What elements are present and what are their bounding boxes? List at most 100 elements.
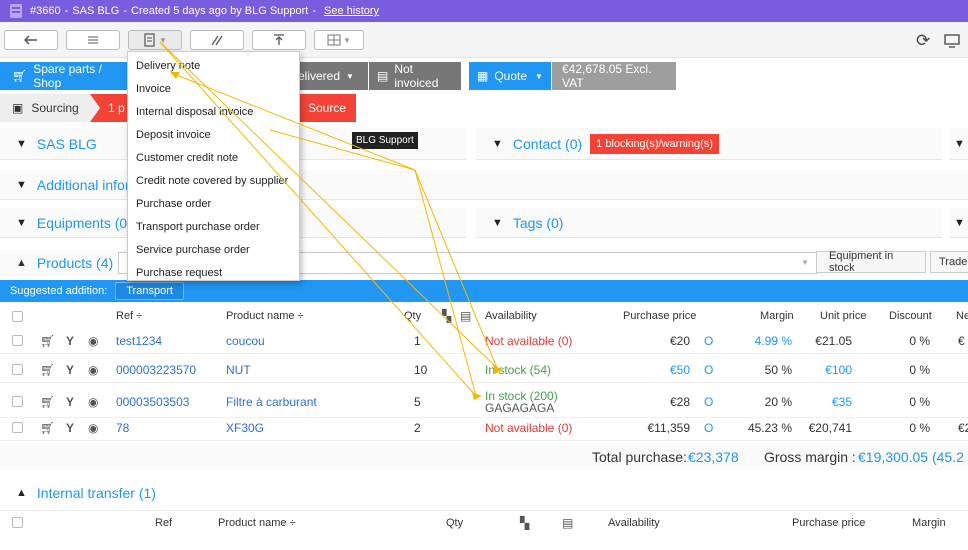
product-name[interactable]: NUT — [226, 357, 251, 382]
document-menu-button[interactable]: ▼ — [128, 30, 182, 50]
menu-item[interactable]: Service purchase order — [128, 238, 299, 261]
back-button[interactable] — [4, 30, 58, 50]
layout-button[interactable]: ▼ — [314, 30, 364, 50]
table-row[interactable]: 🛒︎ Y ◉ 78 XF30G 2 Not available (0) €11,… — [0, 415, 968, 441]
menu-item[interactable]: Transport purchase order — [128, 215, 299, 238]
table-row[interactable]: 🛒︎ Y ◉ 000003223570 NUT 10 In stock (54)… — [0, 357, 968, 383]
not-invoiced-status[interactable]: ▤ Not invoiced — [369, 62, 461, 90]
table-row[interactable]: 🛒︎ Y ◉ test1234 coucou 1 Not available (… — [0, 328, 968, 354]
unit-price[interactable]: €20,741 — [800, 415, 852, 440]
row-checkbox[interactable] — [12, 396, 23, 407]
menu-item[interactable]: Credit note covered by supplier — [128, 169, 299, 192]
discount[interactable]: 0 % — [880, 415, 930, 440]
right-panel-2[interactable]: ▼ — [950, 208, 968, 238]
product-ref[interactable]: 00003503503 — [116, 386, 189, 417]
unit-price[interactable]: €100 — [800, 357, 852, 382]
discount[interactable]: 0 % — [880, 328, 930, 353]
refresh-icon[interactable]: ⟳ — [916, 31, 930, 51]
menu-item[interactable]: Deposit invoice — [128, 123, 299, 146]
col-product-name[interactable]: Product name ÷ — [226, 304, 304, 328]
product-name[interactable]: coucou — [226, 328, 265, 353]
purchase-info-icon[interactable]: O — [704, 386, 713, 417]
product-qty[interactable]: 2 — [414, 415, 421, 440]
cart-icon[interactable]: 🛒︎ — [40, 328, 55, 353]
internal-transfer-header[interactable]: ▲ Internal transfer (1) — [0, 480, 968, 506]
row-checkbox[interactable] — [12, 364, 23, 375]
monitor-icon[interactable] — [944, 34, 960, 48]
spare-parts-status[interactable]: 🛒︎ Spare parts / Shop — [0, 62, 130, 90]
margin[interactable]: 50 % — [740, 357, 792, 382]
products-title[interactable]: Products (4) — [37, 255, 113, 271]
col-availability: Availability — [608, 516, 660, 529]
purchase-info-icon[interactable]: O — [704, 357, 713, 382]
menu-item[interactable]: Purchase order — [128, 192, 299, 215]
tags-panel[interactable]: ▼ Tags (0) — [476, 208, 942, 238]
split-icon[interactable]: Y — [66, 357, 74, 382]
select-all-checkbox[interactable] — [12, 517, 23, 528]
eye-icon[interactable]: ◉ — [88, 415, 98, 440]
purchase-price[interactable]: €11,359 — [610, 415, 691, 440]
margin[interactable]: 4.99 % — [740, 328, 792, 353]
list-button[interactable] — [66, 30, 120, 50]
contact-panel[interactable]: ▼ Contact (0) 1 blocking(s)/warning(s) — [476, 128, 942, 160]
product-qty[interactable]: 5 — [414, 386, 421, 417]
col-product-name[interactable]: Product name ÷ — [218, 511, 296, 534]
eye-icon[interactable]: ◉ — [88, 328, 98, 353]
upload-button[interactable] — [252, 30, 306, 50]
collapse-up-icon[interactable]: ▲ — [16, 257, 27, 269]
quote-status[interactable]: ▦ Quote ▼ — [469, 62, 551, 90]
discount[interactable]: 0 % — [880, 357, 930, 382]
tools-button[interactable] — [190, 30, 244, 50]
menu-item[interactable]: Customer credit note — [128, 146, 299, 169]
product-name[interactable]: XF30G — [226, 415, 264, 440]
margin[interactable]: 45.23 % — [740, 415, 792, 440]
col-qty: Qty — [404, 310, 422, 322]
unit-price[interactable]: €35 — [800, 386, 852, 417]
product-ref[interactable]: test1234 — [116, 328, 162, 353]
purchase-price[interactable]: €28 — [610, 386, 690, 417]
row-checkbox[interactable] — [12, 335, 23, 346]
split-icon[interactable]: Y — [66, 386, 74, 417]
delivered-status[interactable]: elivered ▼ — [290, 62, 368, 90]
select-all-checkbox[interactable] — [12, 310, 23, 322]
collapse-down-icon: ▼ — [16, 178, 27, 191]
cart-icon[interactable]: 🛒︎ — [40, 386, 55, 417]
source-step[interactable]: Source — [300, 94, 356, 122]
warnings-badge[interactable]: 1 blocking(s)/warning(s) — [590, 133, 719, 154]
col-ref[interactable]: Ref ÷ — [116, 304, 142, 328]
menu-item[interactable]: Internal disposal invoice — [128, 100, 299, 123]
split-icon[interactable]: Y — [66, 415, 74, 440]
menu-item[interactable]: Purchase request — [128, 261, 299, 284]
menu-item[interactable]: Delivery note — [128, 54, 299, 77]
product-ref[interactable]: 000003223570 — [116, 357, 196, 382]
table-row[interactable]: 🛒︎ Y ◉ 00003503503 Filtre à carburant 5 … — [0, 386, 968, 418]
product-qty[interactable]: 10 — [414, 357, 427, 382]
cart-icon[interactable]: 🛒︎ — [40, 357, 55, 382]
discount[interactable]: 0 % — [880, 386, 930, 417]
eye-icon[interactable]: ◉ — [88, 386, 98, 417]
availability-status: In stock (200) — [485, 388, 558, 403]
purchase-info-icon[interactable]: O — [704, 328, 713, 353]
product-ref[interactable]: 78 — [116, 415, 129, 440]
separator: - — [64, 5, 69, 17]
purchase-info-icon[interactable]: O — [704, 415, 713, 440]
product-name[interactable]: Filtre à carburant — [226, 386, 317, 417]
unit-price[interactable]: €21.05 — [800, 328, 852, 353]
row-checkbox[interactable] — [12, 422, 23, 433]
cart-icon[interactable]: 🛒︎ — [40, 415, 55, 440]
collapse-down-icon: ▼ — [954, 137, 965, 150]
eye-icon[interactable]: ◉ — [88, 357, 98, 382]
purchase-price[interactable]: €20 — [610, 328, 690, 353]
product-qty[interactable]: 1 — [414, 328, 421, 353]
right-panel[interactable]: ▼ — [950, 128, 968, 160]
separator: - — [123, 5, 128, 17]
equipment-in-stock-button[interactable]: Equipment in stock — [816, 250, 926, 274]
see-history-link[interactable]: See history — [324, 5, 379, 17]
trade-button[interactable]: Trade — [930, 251, 968, 273]
transport-button[interactable]: Transport — [115, 282, 184, 300]
margin[interactable]: 20 % — [740, 386, 792, 417]
split-icon[interactable]: Y — [66, 328, 74, 353]
menu-item[interactable]: Invoice — [128, 77, 299, 100]
collapse-down-icon: ▼ — [492, 137, 503, 150]
purchase-price[interactable]: €50 — [610, 357, 690, 382]
